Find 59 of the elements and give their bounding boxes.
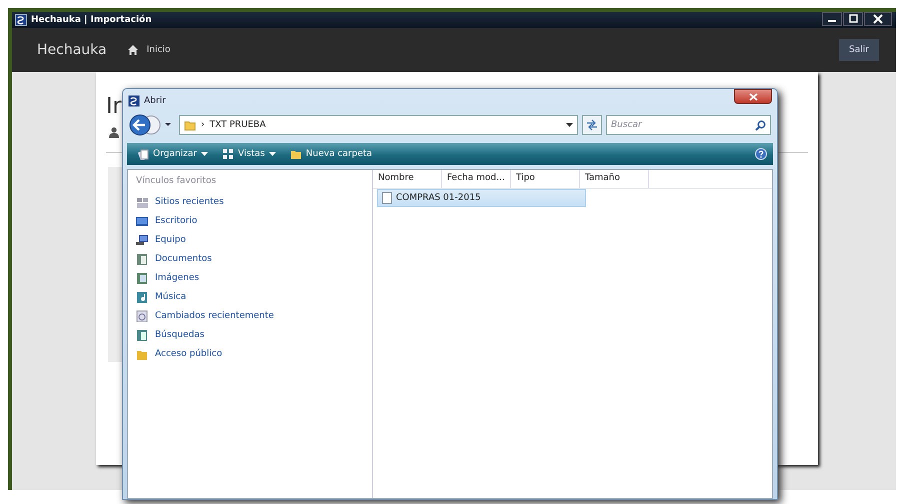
brand-link[interactable]: Hechauka <box>37 42 107 58</box>
column-header[interactable]: Nombre <box>373 170 442 188</box>
nav-link[interactable]: Inicio <box>126 44 170 56</box>
folder-icon <box>290 148 302 160</box>
sidebar-item[interactable]: Música <box>136 287 372 306</box>
refresh-icon <box>585 119 599 131</box>
column-header[interactable]: Fecha mod... <box>442 170 511 188</box>
app-icon <box>15 14 27 26</box>
breadcrumb-separator: › <box>201 120 205 130</box>
home-icon <box>126 44 139 56</box>
document-icon <box>137 148 149 160</box>
logout-button[interactable]: Salir <box>839 39 879 61</box>
dropdown-icon <box>268 152 276 156</box>
file-row[interactable]: COMPRAS 01-2015 <box>377 189 586 207</box>
column-header[interactable]: Tamaño <box>580 170 649 188</box>
close-icon <box>748 92 758 100</box>
stack-icon <box>136 196 148 208</box>
refresh-button[interactable] <box>582 115 602 135</box>
help-icon[interactable] <box>755 148 767 160</box>
close-button[interactable] <box>734 89 772 104</box>
music-icon <box>136 290 148 302</box>
sidebar-item[interactable]: Escritorio <box>136 211 372 230</box>
address-bar[interactable]: › TXT PRUEBA <box>179 115 578 135</box>
dropdown-icon <box>201 152 208 156</box>
toolbar-button[interactable]: Vistas <box>218 148 280 160</box>
toolbar-button[interactable]: Organizar <box>133 148 212 160</box>
document-icon <box>381 192 393 204</box>
breadcrumb-folder[interactable]: TXT PRUEBA <box>210 120 266 130</box>
maximize-icon <box>848 14 858 24</box>
user-icon <box>109 127 119 138</box>
clock-icon <box>136 310 148 322</box>
desktop-icon <box>136 214 148 226</box>
search-icon <box>755 120 766 131</box>
close-icon <box>873 14 883 24</box>
sidebar-item[interactable]: Imágenes <box>136 268 372 287</box>
toolbar-button[interactable]: Nueva carpeta <box>286 148 376 160</box>
search-field[interactable]: Buscar <box>606 115 771 135</box>
sidebar-item[interactable]: Acceso público <box>136 344 372 363</box>
minimize-button[interactable] <box>822 12 842 26</box>
sidebar-item[interactable]: Documentos <box>136 249 372 268</box>
dropdown-icon[interactable] <box>566 122 573 128</box>
grid-icon <box>222 148 234 160</box>
sidebar-item[interactable]: Cambiados recientemente <box>136 306 372 325</box>
page-heading: Ir <box>106 94 122 119</box>
picture-icon <box>136 272 148 284</box>
close-button[interactable] <box>864 12 892 26</box>
sidebar-item[interactable]: Sitios recientes <box>136 192 372 211</box>
app-icon <box>128 95 140 107</box>
maximize-button[interactable] <box>843 12 863 26</box>
document-icon <box>136 328 148 340</box>
pane-header: Vínculos favoritos <box>136 176 218 186</box>
document-icon <box>136 252 148 264</box>
dialog-title: Abrir <box>144 96 166 106</box>
window-title: Hechauka | Importación <box>31 15 152 25</box>
computer-icon <box>136 234 148 246</box>
sidebar-item[interactable]: Equipo <box>136 230 372 249</box>
folder-icon <box>184 119 196 131</box>
sidebar-item[interactable]: Búsquedas <box>136 325 372 344</box>
column-header[interactable]: Tipo <box>511 170 580 188</box>
